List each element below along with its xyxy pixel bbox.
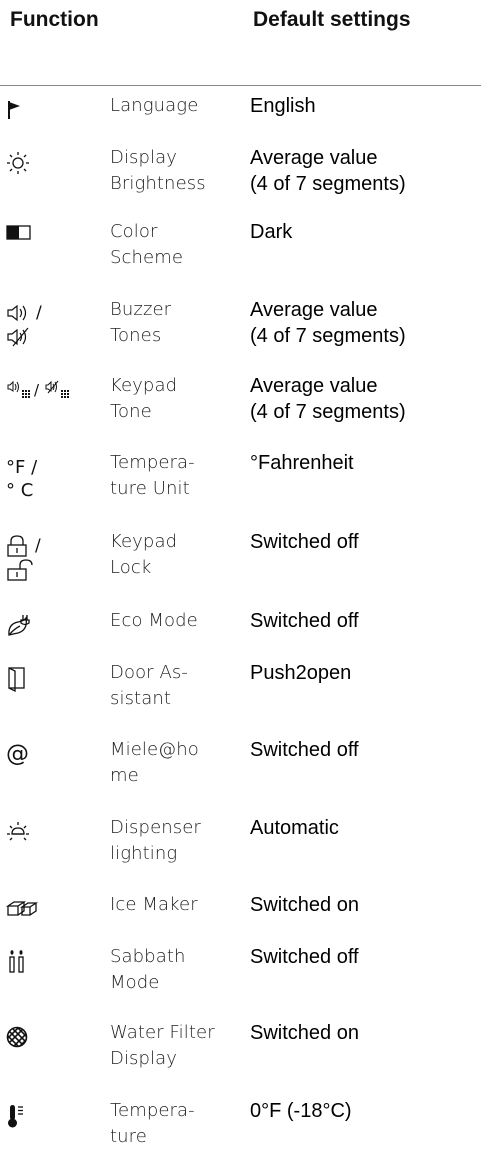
default-value: Switched off [250, 531, 359, 553]
default-value: Dark [250, 221, 293, 243]
lock-icon: / [6, 535, 76, 581]
door-icon [6, 666, 76, 712]
default-value: English [250, 95, 316, 117]
function-name: Door As- sistant [110, 662, 188, 709]
thermometer-icon [6, 1104, 76, 1150]
temperature-unit-icon: °F / ° C [6, 457, 38, 501]
function-name: Sabbath Mode [110, 946, 186, 993]
header-divider [0, 85, 481, 86]
default-value: 0°F (-18°C) [250, 1100, 352, 1122]
function-name: Tempera- ture Unit [110, 452, 195, 499]
default-value: Push2open [250, 662, 352, 684]
light-icon [6, 821, 76, 867]
at-icon: @ [6, 741, 29, 767]
function-name: Color Scheme [110, 221, 184, 268]
water-filter-icon [6, 1026, 76, 1072]
color-scheme-icon [6, 225, 76, 271]
buzzer-icon: / [6, 303, 76, 349]
svg-text:/: / [34, 381, 40, 399]
function-name: Keypad Lock [110, 531, 178, 578]
svg-text:/: / [36, 303, 42, 323]
keypad-tone-icon: / [6, 379, 76, 425]
default-value: Switched on [250, 1022, 359, 1044]
default-value: Switched off [250, 946, 359, 968]
default-value: Switched off [250, 610, 359, 632]
default-value: °Fahrenheit [250, 452, 354, 474]
function-name: Language [110, 95, 199, 116]
default-value: Automatic [250, 817, 339, 839]
function-column-header: Function [10, 8, 99, 31]
eco-mode-icon [6, 614, 76, 660]
function-name: Display Brightness [110, 147, 206, 194]
function-name: Buzzer Tones [110, 299, 172, 346]
default-value: Average value (4 of 7 segments) [250, 299, 406, 347]
ice-maker-icon [6, 898, 76, 944]
default-value: Switched on [250, 894, 359, 916]
function-name: Eco Mode [110, 610, 198, 631]
function-name: Ice Maker [110, 894, 198, 915]
function-name: Tempera- ture [110, 1100, 195, 1147]
function-name: Keypad Tone [110, 375, 178, 422]
flag-icon [6, 99, 76, 145]
default-value: Average value (4 of 7 segments) [250, 375, 406, 423]
sabbath-icon [6, 950, 76, 996]
default-value: Switched off [250, 739, 359, 761]
default-settings-column-header: Default settings [253, 8, 411, 31]
function-name: Miele@ho me [110, 739, 199, 786]
function-name: Dispenser lighting [110, 817, 201, 864]
default-value: Average value (4 of 7 segments) [250, 147, 406, 195]
function-name: Water Filter Display [110, 1022, 215, 1069]
brightness-icon [6, 151, 76, 197]
svg-text:/: / [35, 536, 41, 556]
table-header: Function Default settings [10, 8, 480, 31]
